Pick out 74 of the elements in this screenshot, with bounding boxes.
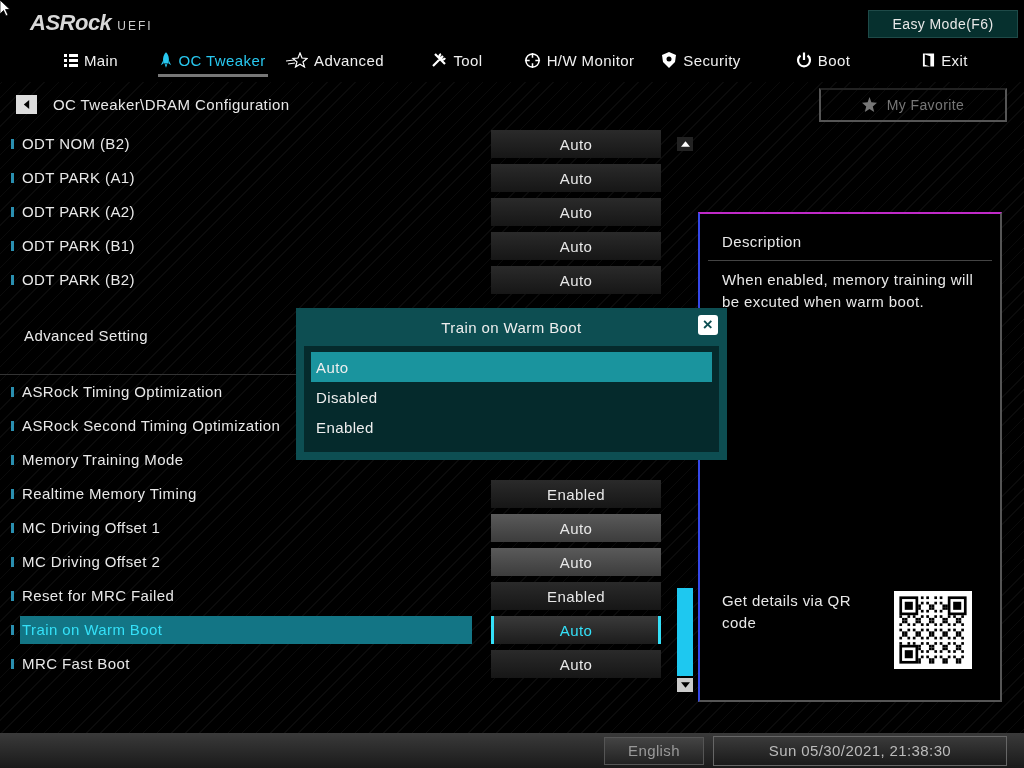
scroll-down-icon[interactable] bbox=[680, 682, 690, 688]
menu-tab[interactable]: H/W Monitor bbox=[521, 45, 637, 77]
menu-tab[interactable]: OC Tweaker bbox=[158, 45, 268, 77]
setting-label[interactable]: Reset for MRC Failed bbox=[20, 582, 472, 610]
row-marker-icon bbox=[11, 421, 14, 431]
crosshair-icon bbox=[523, 51, 541, 69]
setting-value-button[interactable]: Auto bbox=[491, 650, 661, 678]
row-marker-icon bbox=[11, 275, 14, 285]
back-button[interactable] bbox=[16, 95, 37, 114]
list-icon bbox=[63, 53, 78, 67]
setting-value-button[interactable]: Enabled bbox=[491, 582, 661, 610]
setting-value-button[interactable]: Auto bbox=[491, 548, 661, 576]
scroll-up-button[interactable] bbox=[677, 137, 693, 151]
easy-mode-button[interactable]: Easy Mode(F6) bbox=[868, 10, 1018, 38]
language-button[interactable]: English bbox=[604, 736, 704, 765]
menu-tab[interactable]: Main bbox=[61, 45, 121, 77]
row-marker-icon bbox=[11, 523, 14, 533]
setting-label[interactable]: ODT NOM (B2) bbox=[20, 130, 472, 158]
qr-caption: Get details via QR code bbox=[722, 591, 852, 633]
menu-tab[interactable]: Security bbox=[659, 45, 743, 77]
setting-value-button[interactable]: Auto bbox=[491, 232, 661, 260]
brand-logo: ASRock bbox=[30, 10, 112, 36]
row-marker-icon bbox=[11, 591, 14, 601]
popup-option[interactable]: Disabled bbox=[311, 382, 712, 412]
setting-label[interactable]: Realtime Memory Timing bbox=[20, 480, 472, 508]
setting-label[interactable]: ODT PARK (A2) bbox=[20, 198, 472, 226]
row-marker-icon bbox=[11, 659, 14, 669]
scroll-down-button[interactable] bbox=[677, 678, 693, 692]
row-marker-icon bbox=[11, 625, 14, 635]
tools-icon bbox=[431, 52, 448, 68]
rocket-icon bbox=[160, 52, 173, 68]
row-marker-icon bbox=[11, 241, 14, 251]
description-title: Description bbox=[708, 214, 992, 261]
row-marker-icon bbox=[11, 557, 14, 567]
power-icon bbox=[795, 52, 812, 68]
description-text: When enabled, memory training will be excuted when warm boot. bbox=[721, 270, 975, 312]
shield-icon bbox=[661, 52, 678, 68]
star-icon bbox=[286, 52, 309, 68]
popup-option[interactable]: Enabled bbox=[311, 412, 712, 442]
section-heading: Advanced Setting bbox=[24, 327, 148, 344]
setting-value-button[interactable]: Auto bbox=[491, 616, 661, 644]
row-marker-icon bbox=[11, 455, 14, 465]
menu-tab[interactable]: Tool bbox=[429, 45, 485, 77]
menu-tab[interactable]: Boot bbox=[793, 45, 853, 77]
setting-label[interactable]: MC Driving Offset 1 bbox=[20, 514, 472, 542]
row-marker-icon bbox=[11, 207, 14, 217]
setting-value-button[interactable]: Auto bbox=[491, 198, 661, 226]
menu-tab[interactable]: Advanced bbox=[284, 45, 386, 77]
row-marker-icon bbox=[11, 139, 14, 149]
setting-value-button[interactable]: Auto bbox=[491, 266, 661, 294]
scrollbar-thumb[interactable] bbox=[677, 588, 693, 676]
scroll-up-icon[interactable] bbox=[680, 141, 690, 147]
setting-value-button[interactable]: Enabled bbox=[491, 480, 661, 508]
setting-value-button[interactable]: Auto bbox=[491, 130, 661, 158]
setting-value-button[interactable]: Auto bbox=[491, 164, 661, 192]
setting-label[interactable]: ODT PARK (B2) bbox=[20, 266, 472, 294]
date-time-display: Sun 05/30/2021, 21:38:30 bbox=[713, 735, 1007, 766]
setting-label[interactable]: MRC Fast Boot bbox=[20, 650, 472, 678]
setting-value-button[interactable]: Auto bbox=[491, 514, 661, 542]
row-marker-icon bbox=[11, 489, 14, 499]
logo-suffix: UEFI bbox=[117, 19, 153, 33]
row-marker-icon bbox=[11, 387, 14, 397]
setting-label[interactable]: ODT PARK (A1) bbox=[20, 164, 472, 192]
breadcrumb: OC Tweaker\DRAM Configuration bbox=[53, 96, 290, 113]
popup-title: Train on Warm Boot bbox=[441, 318, 582, 336]
star-icon bbox=[861, 97, 877, 112]
setting-label[interactable]: MC Driving Offset 2 bbox=[20, 548, 472, 576]
close-button[interactable]: × bbox=[698, 315, 718, 335]
setting-label[interactable]: ODT PARK (B1) bbox=[20, 232, 472, 260]
exit-door-icon bbox=[922, 52, 936, 68]
row-marker-icon bbox=[11, 173, 14, 183]
back-arrow-icon bbox=[22, 100, 31, 109]
menu-tab[interactable]: Exit bbox=[920, 45, 970, 77]
my-favorite-button[interactable]: My Favorite bbox=[819, 87, 1007, 122]
